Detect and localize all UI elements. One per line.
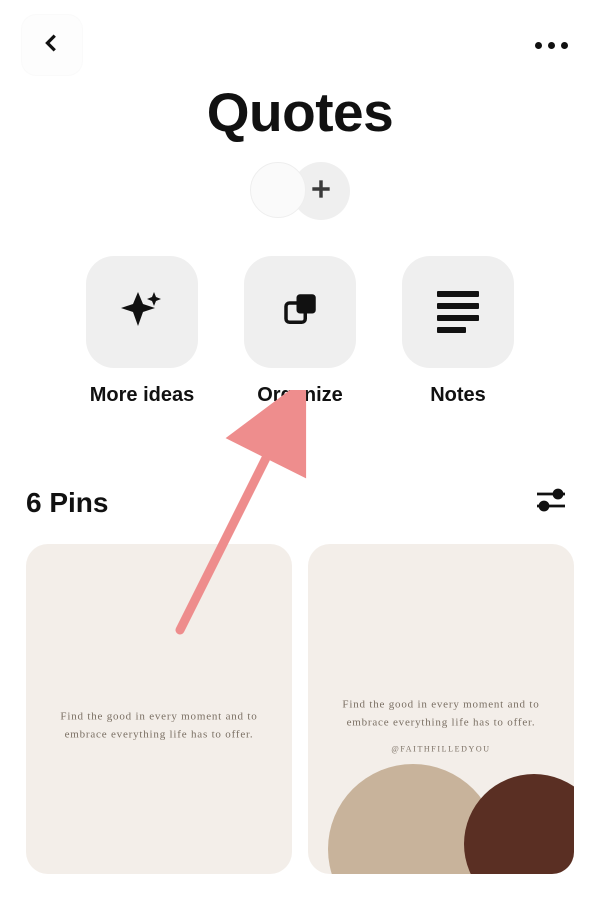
dot-icon xyxy=(548,42,555,49)
notes-label: Notes xyxy=(430,384,486,407)
pins-header: 6 Pins xyxy=(0,477,600,528)
avatar[interactable] xyxy=(250,162,306,218)
pin-quote: Find the good in every moment and to emb… xyxy=(53,707,266,744)
pins-grid: Find the good in every moment and to emb… xyxy=(0,528,600,874)
organize-label: Organize xyxy=(257,384,343,407)
pin-quote: Find the good in every moment and to emb… xyxy=(335,695,548,756)
pin-count: 6 Pins xyxy=(26,487,108,519)
notes-button[interactable]: Notes xyxy=(393,256,523,407)
sparkle-icon xyxy=(118,286,166,339)
sliders-icon xyxy=(534,504,568,521)
back-button[interactable] xyxy=(22,15,82,75)
notes-icon xyxy=(437,291,479,333)
more-ideas-label: More ideas xyxy=(90,384,194,407)
more-ideas-button[interactable]: More ideas xyxy=(77,256,207,407)
board-actions-row: More ideas Organize Notes xyxy=(0,256,600,407)
decorative-shape xyxy=(464,774,574,874)
pin-card[interactable]: Find the good in every moment and to emb… xyxy=(308,544,574,874)
chevron-left-icon xyxy=(41,32,63,59)
collaborators-row xyxy=(0,162,600,220)
top-bar xyxy=(0,0,600,70)
more-options-button[interactable] xyxy=(525,32,578,59)
board-title: Quotes xyxy=(0,80,600,144)
dot-icon xyxy=(561,42,568,49)
organize-button[interactable]: Organize xyxy=(235,256,365,407)
pin-card[interactable]: Find the good in every moment and to emb… xyxy=(26,544,292,874)
pin-handle: @FAITHFILLEDYOU xyxy=(335,742,548,756)
dot-icon xyxy=(535,42,542,49)
organize-icon xyxy=(279,289,321,336)
filter-button[interactable] xyxy=(528,477,574,528)
plus-icon xyxy=(308,176,334,207)
